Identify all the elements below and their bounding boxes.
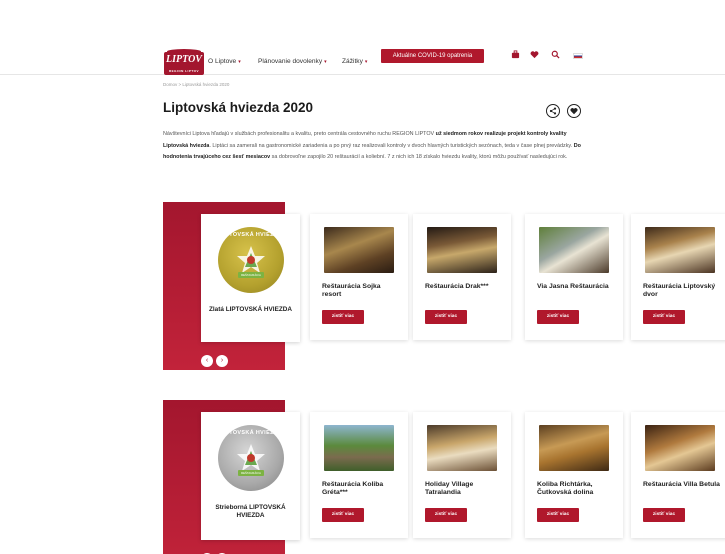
site-header: LIPTOV REGION LIPTOV O Liptove ▾ Plánovan… [0, 44, 725, 75]
chevron-down-icon: ▾ [364, 59, 368, 65]
medal-arc-text: LIPTOVSKÁ HVIEZDA [219, 430, 283, 436]
nav-label: Plánovanie dovolenky [258, 58, 323, 65]
restaurant-photo[interactable] [324, 425, 394, 471]
star-icon [237, 444, 265, 471]
restaurant-card[interactable]: Via Jasna Reštaurácia zistiť viac [525, 214, 623, 340]
heart-icon[interactable] [530, 50, 539, 61]
share-icon[interactable] [546, 104, 560, 118]
more-info-button[interactable]: zistiť viac [322, 310, 364, 324]
restaurant-photo[interactable] [427, 425, 497, 471]
medal-ribbon: REŠTAURÁCIA [238, 272, 264, 278]
intro-paragraph: Návštevníci Liptova hľadajú v službách p… [163, 129, 583, 164]
logo-subtext: REGION LIPTOV [169, 69, 199, 73]
medal-arc-text: LIPTOVSKÁ HVIEZDA [219, 232, 283, 238]
search-icon[interactable] [551, 50, 560, 61]
restaurant-name: Koliba Richtárka, Čutkovská dolina [537, 481, 594, 496]
more-info-button[interactable]: zistiť viac [322, 508, 364, 522]
more-info-button[interactable]: zistiť viac [537, 310, 579, 324]
nav-item-zazitky[interactable]: Zážitky ▾ [342, 58, 367, 65]
carousel-arrows: ‹› [201, 349, 231, 367]
logo-text: LIPTOV [166, 54, 202, 65]
nav-item-planovanie[interactable]: Plánovanie dovolenky ▾ [258, 58, 327, 65]
chevron-down-icon: ▾ [238, 59, 241, 65]
intro-text: Návštevníci Liptova hľadajú v službách p… [163, 131, 436, 137]
restaurant-photo[interactable] [324, 227, 394, 273]
restaurant-card[interactable]: Reštaurácia Villa Betula zistiť viac [631, 412, 725, 538]
chevron-right-icon[interactable]: › [216, 355, 228, 367]
award-section-silver: LIPTOVSKÁ HVIEZDA REŠTAURÁCIA Strieborná… [0, 400, 725, 554]
restaurant-name: Reštaurácia Koliba Gréta*** [322, 481, 384, 496]
more-info-button[interactable]: zistiť viac [643, 310, 685, 324]
more-info-button[interactable]: zistiť viac [537, 508, 579, 522]
award-section-gold: LIPTOVSKÁ HVIEZDA REŠTAURÁCIA Zlatá LIPT… [0, 202, 725, 370]
suitcase-icon[interactable] [511, 50, 520, 61]
restaurant-photo[interactable] [427, 227, 497, 273]
more-info-button[interactable]: zistiť viac [425, 310, 467, 324]
restaurant-name: Via Jasna Reštaurácia [537, 283, 609, 290]
breadcrumb[interactable]: Domov > Liptovská hviezda 2020 [163, 82, 229, 87]
restaurant-name: Holiday Village Tatralandia [425, 481, 474, 496]
carousel-arrows: ‹› [201, 547, 231, 554]
more-info-button[interactable]: zistiť viac [425, 508, 467, 522]
restaurant-name: Reštaurácia Liptovský dvor [643, 283, 716, 298]
more-info-button[interactable]: zistiť viac [643, 508, 685, 522]
restaurant-card[interactable]: Reštaurácia Drak*** zistiť viac [413, 214, 511, 340]
liptov-logo[interactable]: LIPTOV REGION LIPTOV [164, 49, 204, 75]
restaurant-card[interactable]: Reštaurácia Liptovský dvor zistiť viac [631, 214, 725, 340]
restaurant-photo[interactable] [539, 227, 609, 273]
chevron-down-icon: ▾ [324, 59, 327, 65]
intro-text: sa dobrovoľne zapojilo 20 reštaurácií a … [270, 154, 568, 160]
restaurant-card[interactable]: Koliba Richtárka, Čutkovská dolina zisti… [525, 412, 623, 538]
restaurant-card[interactable]: Reštaurácia Koliba Gréta*** zistiť viac [310, 412, 408, 538]
restaurant-card[interactable]: Holiday Village Tatralandia zistiť viac [413, 412, 511, 538]
award-card: LIPTOVSKÁ HVIEZDA REŠTAURÁCIA Strieborná… [201, 412, 300, 540]
gold-medal-icon: LIPTOVSKÁ HVIEZDA REŠTAURÁCIA [218, 227, 284, 293]
flag-sk-icon[interactable] [573, 53, 583, 59]
restaurant-photo[interactable] [645, 425, 715, 471]
intro-text: . Liptáci sa zamerali na gastronomické z… [209, 142, 574, 149]
nav-item-o-liptove[interactable]: O Liptove ▾ [208, 58, 241, 65]
award-name: Zlatá LIPTOVSKÁ HVIEZDA [209, 306, 292, 313]
chevron-left-icon[interactable]: ‹ [201, 355, 213, 367]
restaurant-photo[interactable] [645, 227, 715, 273]
award-name: Strieborná LIPTOVSKÁ HVIEZDA [215, 504, 286, 519]
restaurant-name: Reštaurácia Villa Betula [643, 481, 720, 488]
restaurant-card[interactable]: Reštaurácia Sojka resort zistiť viac [310, 214, 408, 340]
restaurant-name: Reštaurácia Sojka resort [322, 283, 381, 298]
covid-measures-button[interactable]: Aktuálne COVID-19 opatrenia [381, 49, 484, 63]
silver-medal-icon: LIPTOVSKÁ HVIEZDA REŠTAURÁCIA [218, 425, 284, 491]
nav-label: Zážitky [342, 58, 363, 65]
star-icon [237, 246, 265, 273]
restaurant-photo[interactable] [539, 425, 609, 471]
award-card: LIPTOVSKÁ HVIEZDA REŠTAURÁCIA Zlatá LIPT… [201, 214, 300, 342]
favorite-heart-icon[interactable] [567, 104, 581, 118]
medal-ribbon: REŠTAURÁCIA [238, 470, 264, 476]
page-title: Liptovská hviezda 2020 [163, 100, 314, 115]
nav-label: O Liptove [208, 58, 237, 65]
restaurant-name: Reštaurácia Drak*** [425, 283, 489, 290]
